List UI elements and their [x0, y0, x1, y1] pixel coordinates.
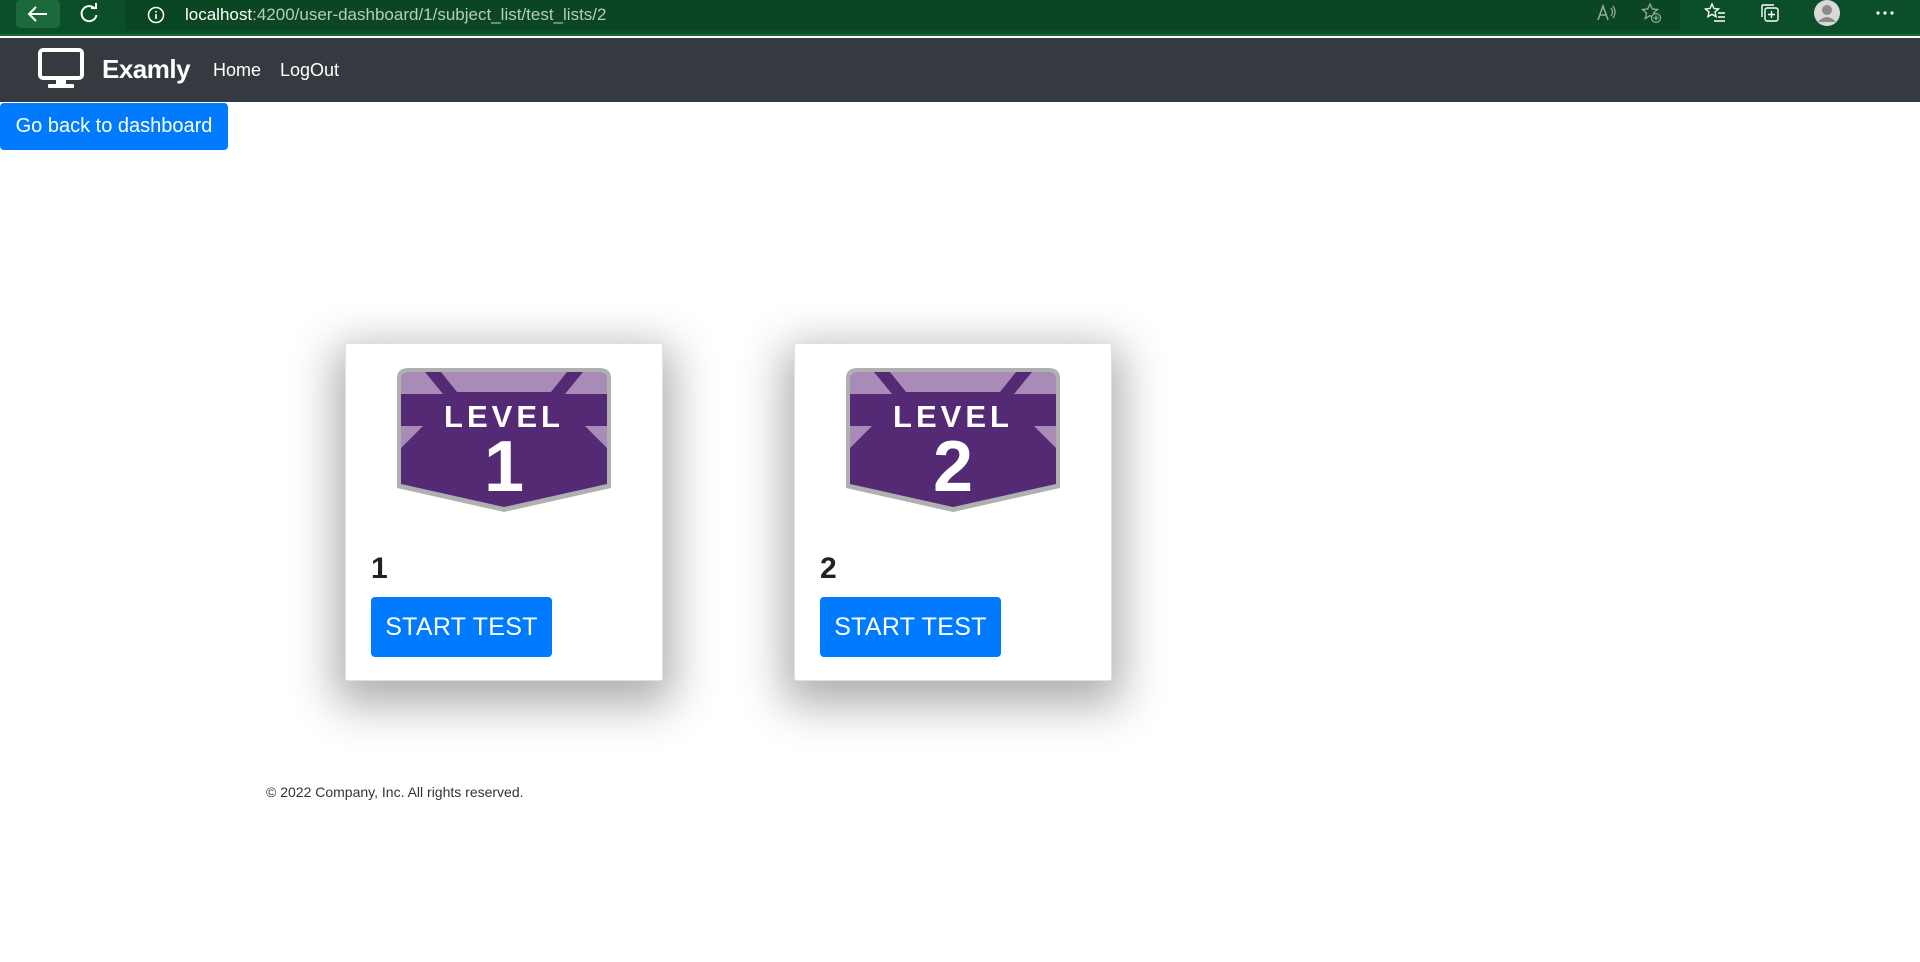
more-options-button[interactable] [1870, 0, 1900, 26]
start-test-button[interactable]: START TEST [820, 597, 1001, 657]
url-host: localhost [185, 5, 253, 24]
favorites-icon [1704, 2, 1725, 22]
brand-link[interactable]: Examly [38, 48, 191, 90]
footer-copyright: © 2022 Company, Inc. All rights reserved… [266, 784, 524, 800]
read-aloud-button[interactable] [1592, 0, 1622, 26]
test-title: 2 [820, 552, 837, 585]
test-card: LEVEL 1 1 START TEST [345, 343, 663, 681]
arrow-left-icon [27, 6, 47, 22]
test-card: LEVEL 2 2 START TEST [794, 343, 1112, 681]
collections-button[interactable] [1755, 0, 1785, 26]
back-to-dashboard-button[interactable]: Go back to dashboard [0, 103, 228, 150]
address-bar[interactable]: localhost:4200/user-dashboard/1/subject_… [125, 0, 1680, 30]
browser-toolbar: localhost:4200/user-dashboard/1/subject_… [0, 0, 1920, 36]
favorites-button[interactable] [1700, 0, 1730, 26]
read-aloud-icon [1597, 4, 1616, 21]
start-test-button[interactable]: START TEST [371, 597, 552, 657]
browser-reload-button[interactable] [71, 0, 107, 28]
star-add-icon [1640, 2, 1662, 24]
test-title: 1 [371, 552, 388, 585]
level-badge-image: LEVEL 2 [846, 368, 1060, 512]
nav-logout-link[interactable]: LogOut [280, 60, 339, 81]
add-favorite-button[interactable] [1636, 0, 1666, 26]
collections-icon [1761, 4, 1779, 22]
app-navbar: Examly Home LogOut [0, 38, 1920, 102]
reload-icon [80, 3, 98, 23]
brand-name: Examly [102, 53, 191, 84]
badge-level-number: 1 [484, 427, 524, 507]
level-badge-image: LEVEL 1 [397, 368, 611, 512]
info-icon[interactable] [147, 6, 165, 24]
ellipsis-icon [1876, 11, 1894, 15]
monitor-icon [38, 48, 84, 88]
browser-back-button[interactable] [16, 0, 60, 28]
avatar-icon [1814, 0, 1840, 26]
url-text[interactable]: localhost:4200/user-dashboard/1/subject_… [185, 5, 606, 25]
badge-level-number: 2 [933, 427, 973, 507]
url-path: :4200/user-dashboard/1/subject_list/test… [252, 5, 607, 24]
profile-button[interactable] [1812, 0, 1842, 26]
nav-home-link[interactable]: Home [213, 60, 261, 81]
